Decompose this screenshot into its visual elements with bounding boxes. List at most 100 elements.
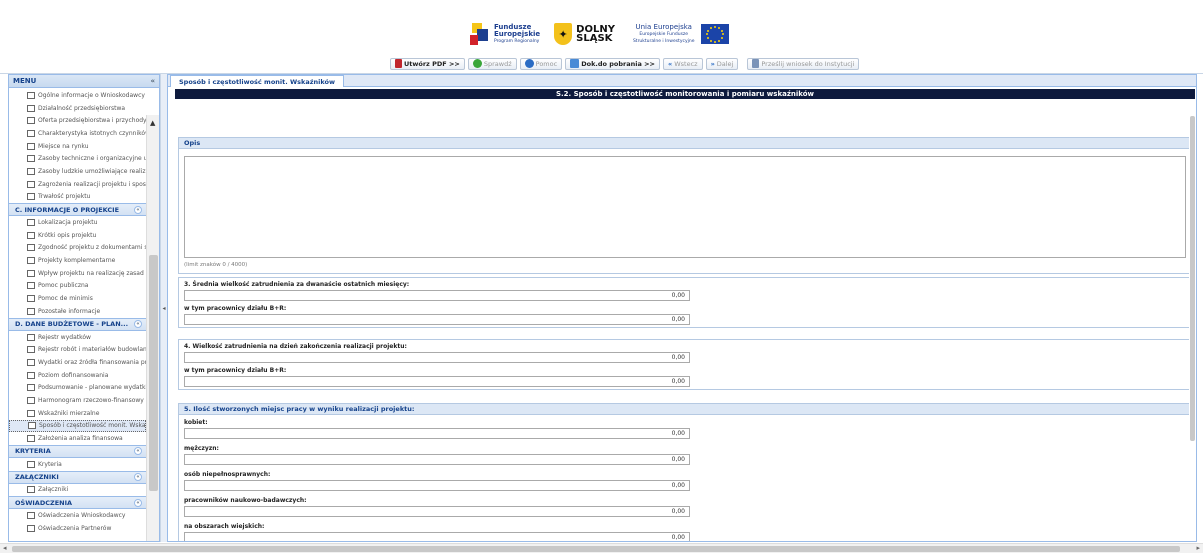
menu-item[interactable]: Podsumowanie - planowane wydatki bbox=[9, 381, 146, 394]
q3-employment-field[interactable]: 0,00 bbox=[184, 290, 690, 301]
collapse-section-icon[interactable]: « bbox=[134, 473, 142, 482]
q5-field-input[interactable]: 0,00 bbox=[184, 480, 690, 491]
back-button[interactable]: « Wstecz bbox=[663, 57, 703, 70]
menu-item-label: Sposób i częstotliwość monit. Wskaźn bbox=[39, 422, 146, 430]
document-icon bbox=[27, 371, 35, 379]
collapse-menu-icon[interactable]: « bbox=[150, 77, 155, 85]
section-title: S.2. Sposób i częstotliwość monitorowani… bbox=[175, 89, 1195, 99]
menu-section-header[interactable]: C. INFORMACJE O PROJEKCIE « bbox=[9, 203, 146, 217]
menu-item[interactable]: Zasoby ludzkie umożliwiające realiz bbox=[9, 165, 146, 178]
opis-section: Opis (limit znaków 0 / 4000) bbox=[178, 137, 1196, 274]
tab-monitoring-indicators[interactable]: Sposób i częstotliwość monit. Wskaźników bbox=[170, 75, 344, 87]
menu-item[interactable]: Wpływ projektu na realizację zasad bbox=[9, 267, 146, 280]
menu-item-label: Poziom dofinansowania bbox=[38, 371, 109, 379]
send-application-button[interactable]: Prześlij wniosek do Instytucji bbox=[747, 57, 860, 70]
menu-item[interactable]: Zagrożenia realizacji projektu i spos bbox=[9, 178, 146, 191]
q4-rd-field[interactable]: 0,00 bbox=[184, 376, 690, 387]
menu-item[interactable]: Pomoc publiczna bbox=[9, 280, 146, 293]
menu-item[interactable]: Założenia analiza finansowa bbox=[9, 432, 146, 445]
q5-field-input[interactable]: 0,00 bbox=[184, 506, 690, 517]
q4-employment-field[interactable]: 0,00 bbox=[184, 352, 690, 363]
menu-panel: MENU « Ogólne informacje o Wnioskodawcy D… bbox=[8, 74, 160, 542]
menu-list: Ogólne informacje o Wnioskodawcy Działaln… bbox=[9, 89, 146, 541]
menu-item[interactable]: Rejestr wydatków bbox=[9, 331, 146, 344]
help-button[interactable]: Pomoc bbox=[519, 57, 563, 70]
scroll-right-icon[interactable]: ▸ bbox=[1196, 544, 1200, 552]
menu-section-header[interactable]: D. DANE BUDŻETOWE - PLAN... « bbox=[9, 317, 146, 331]
collapse-section-icon[interactable]: « bbox=[134, 498, 142, 507]
q5-field-input[interactable]: 0,00 bbox=[184, 454, 690, 465]
menu-item-label: Lokalizacja projektu bbox=[38, 219, 98, 227]
scroll-up-icon[interactable]: ▲ bbox=[150, 119, 155, 127]
menu-item-label: Miejsce na rynku bbox=[38, 142, 89, 150]
send-application-label: Prześlij wniosek do Instytucji bbox=[761, 59, 855, 68]
q4-title: 4. Wielkość zatrudnienia na dzień zakońc… bbox=[184, 343, 407, 350]
menu-item[interactable]: Pomoc de minimis bbox=[9, 292, 146, 305]
ue-line1: Unia Europejska bbox=[635, 22, 692, 31]
menu-item[interactable]: Wskaźniki mierzalne bbox=[9, 407, 146, 420]
main-scrollbar[interactable] bbox=[1189, 102, 1196, 541]
pdf-icon bbox=[395, 59, 402, 68]
panel-splitter[interactable]: ◂ bbox=[160, 74, 167, 542]
document-icon bbox=[27, 396, 35, 404]
menu-item[interactable]: Pozostałe informacje bbox=[9, 305, 146, 318]
document-icon bbox=[27, 142, 35, 150]
collapse-section-icon[interactable]: « bbox=[134, 320, 142, 329]
menu-item[interactable]: Poziom dofinansowania bbox=[9, 369, 146, 382]
create-pdf-button[interactable]: Utwórz PDF >> bbox=[390, 57, 465, 70]
horizontal-scroll-thumb[interactable] bbox=[12, 546, 1180, 552]
menu-item[interactable]: Projekty komplementarne bbox=[9, 254, 146, 267]
q5-field-label: pracowników naukowo-badawczych: bbox=[184, 497, 307, 504]
menu-item[interactable]: Miejsce na rynku bbox=[9, 140, 146, 153]
check-button[interactable]: Sprawdź bbox=[467, 57, 517, 70]
collapse-section-icon[interactable]: « bbox=[134, 205, 142, 214]
q5-section: 5. Ilość stworzonych miejsc pracy w wyni… bbox=[178, 403, 1196, 541]
q5-field-input[interactable]: 0,00 bbox=[184, 428, 690, 439]
document-icon bbox=[27, 307, 35, 315]
menu-item[interactable]: Sposób i częstotliwość monit. Wskaźn bbox=[9, 419, 146, 433]
q3-rd-field[interactable]: 0,00 bbox=[184, 314, 690, 325]
menu-section-label: KRYTERIA bbox=[15, 447, 51, 456]
menu-item[interactable]: Zgodność projektu z dokumentami st bbox=[9, 242, 146, 255]
menu-item-label: Zgodność projektu z dokumentami st bbox=[38, 244, 146, 252]
menu-item[interactable]: Krótki opis projektu bbox=[9, 229, 146, 242]
q5-field-input[interactable]: 0,00 bbox=[184, 532, 690, 541]
horizontal-scrollbar[interactable]: ◂ ▸ bbox=[0, 543, 1203, 553]
scroll-left-icon[interactable]: ◂ bbox=[3, 544, 7, 552]
menu-section-header[interactable]: OŚWIADCZENIA « bbox=[9, 496, 146, 510]
menu-item-label: Oferta przedsiębiorstwa i przychody bbox=[38, 117, 146, 125]
collapse-section-icon[interactable]: « bbox=[134, 447, 142, 456]
collapse-arrow-icon[interactable]: ◂ bbox=[162, 305, 165, 312]
menu-item[interactable]: Lokalizacja projektu bbox=[9, 216, 146, 229]
eagle-shield-icon: ✦ bbox=[554, 23, 573, 45]
menu-item[interactable]: Zasoby techniczne i organizacyjne u bbox=[9, 152, 146, 165]
ue-line2: Europejskie Fundusze bbox=[639, 31, 689, 37]
menu-item[interactable]: Oferta przedsiębiorstwa i przychody bbox=[9, 114, 146, 127]
menu-item-label: Rejestr wydatków bbox=[38, 333, 91, 341]
menu-item[interactable]: Działalność przedsiębiorstwa bbox=[9, 102, 146, 115]
menu-item[interactable]: Harmonogram rzeczowo-finansowy bbox=[9, 394, 146, 407]
menu-item[interactable]: Kryteria bbox=[9, 458, 146, 471]
app-header: Fundusze Europejskie Program Regionalny … bbox=[0, 0, 1203, 74]
menu-item[interactable]: Wydatki oraz źródła finansowania pr bbox=[9, 356, 146, 369]
menu-item[interactable]: Oświadczenia Partnerów bbox=[9, 522, 146, 535]
menu-item[interactable]: Oświadczenia Wnioskodawcy bbox=[9, 509, 146, 522]
next-button[interactable]: » Dalej bbox=[705, 57, 739, 70]
menu-section-header[interactable]: ZAŁĄCZNIKI « bbox=[9, 470, 146, 484]
main-scroll-thumb[interactable] bbox=[1190, 116, 1195, 441]
menu-scroll-thumb[interactable] bbox=[149, 255, 158, 491]
menu-item[interactable]: Rejestr robót i materiałów budowlan bbox=[9, 343, 146, 356]
eu-flag-icon bbox=[700, 24, 729, 44]
menu-item-label: Wydatki oraz źródła finansowania pr bbox=[38, 358, 146, 366]
menu-scrollbar[interactable]: ▲ bbox=[146, 115, 159, 541]
documents-download-button[interactable]: Dok.do pobrania >> bbox=[565, 57, 660, 70]
menu-item[interactable]: Charakterystyka istotnych czynników bbox=[9, 127, 146, 140]
menu-item[interactable]: Załączniki bbox=[9, 484, 146, 497]
document-icon bbox=[27, 155, 35, 163]
opis-textarea[interactable] bbox=[184, 156, 1186, 258]
documents-download-label: Dok.do pobrania >> bbox=[581, 59, 655, 68]
menu-item[interactable]: Ogólne informacje o Wnioskodawcy bbox=[9, 89, 146, 102]
document-icon bbox=[28, 422, 36, 430]
menu-section-header[interactable]: KRYTERIA « bbox=[9, 444, 146, 458]
menu-item[interactable]: Trwałość projektu bbox=[9, 191, 146, 204]
